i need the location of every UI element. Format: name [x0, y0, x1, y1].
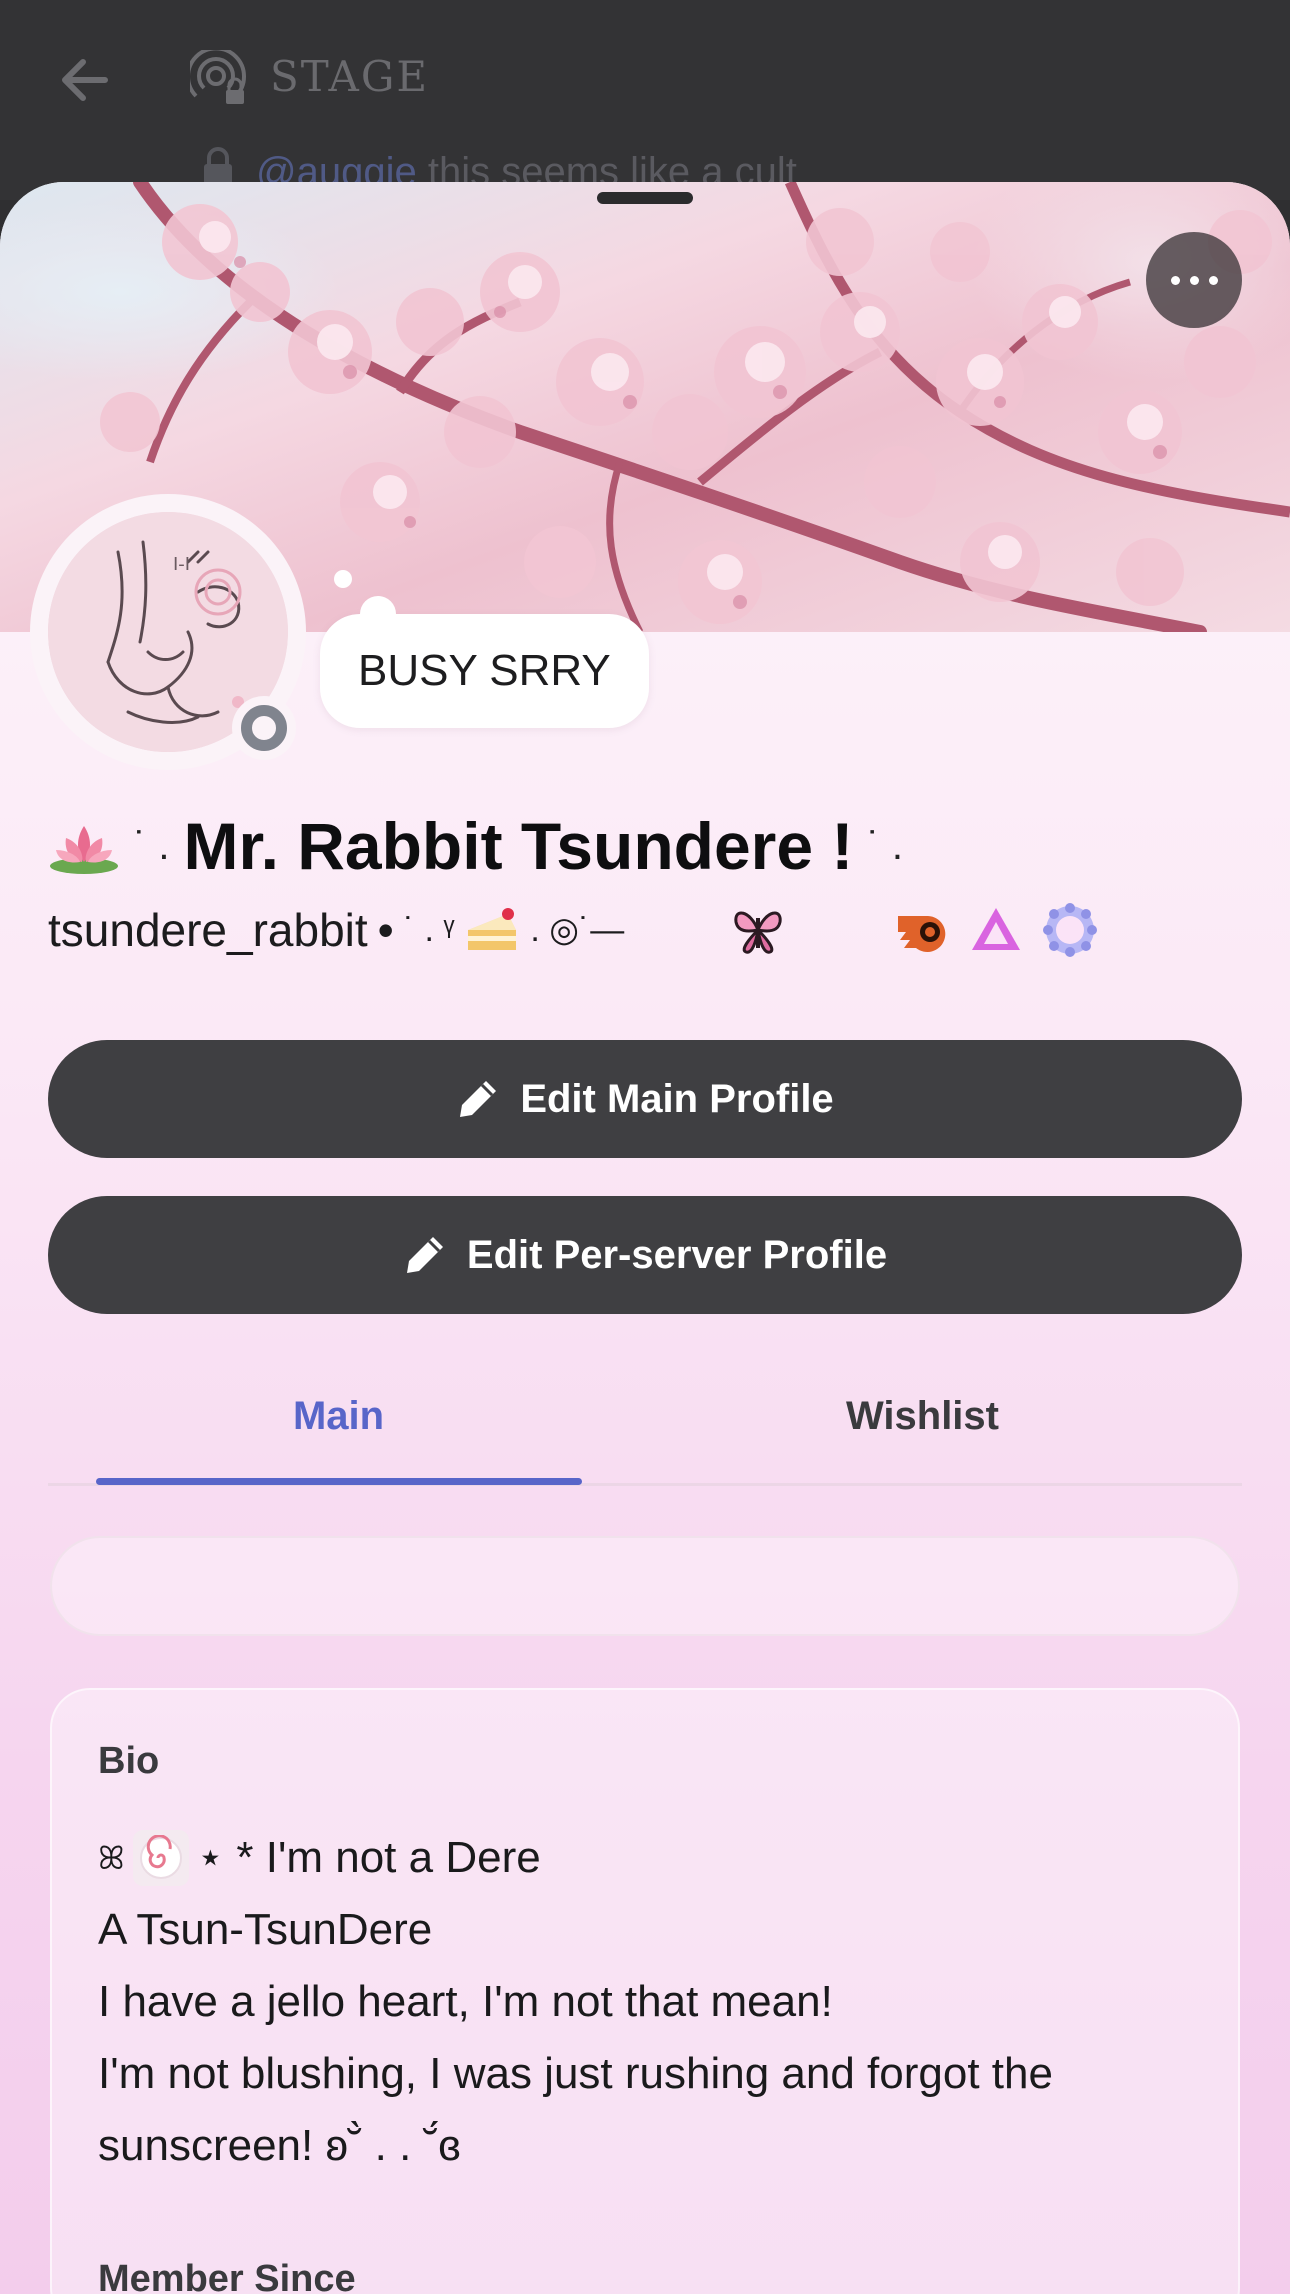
- member-since-heading: Member Since: [98, 2258, 356, 2294]
- bio-line-1-prefix: ꕤ: [98, 1840, 125, 1876]
- custom-status-text: BUSY SRRY: [358, 646, 611, 695]
- pencil-icon: [406, 1237, 443, 1273]
- offline-status-icon: [241, 705, 287, 751]
- active-tab-indicator: [96, 1478, 582, 1485]
- pronoun-decoration-left: ˙ . ᵞ: [403, 910, 455, 949]
- username-row: tsundere_rabbit • ˙ . ᵞ . ◎˙—: [48, 898, 624, 962]
- sheet-drag-handle[interactable]: [597, 192, 693, 204]
- dot-icon: [1208, 275, 1218, 285]
- badge-row: [730, 894, 1098, 966]
- lotus-icon: [50, 826, 118, 874]
- bio-heading: Bio: [98, 1740, 160, 1782]
- username[interactable]: tsundere_rabbit: [48, 903, 368, 957]
- edit-per-server-profile-button[interactable]: Edit Per-server Profile: [48, 1196, 1242, 1314]
- status-indicator: [232, 696, 296, 760]
- edit-main-profile-button[interactable]: Edit Main Profile: [48, 1040, 1242, 1158]
- empty-profile-card: [50, 1536, 1240, 1636]
- bio-line-1: ꕤ ⋆ * I'm not a Dere: [98, 1822, 1218, 1894]
- cake-icon: [468, 908, 517, 950]
- butterfly-badge-icon[interactable]: [730, 902, 786, 958]
- edit-per-server-profile-label: Edit Per-server Profile: [466, 1232, 888, 1277]
- pronoun-decoration-right: . ◎˙—: [530, 911, 625, 949]
- dot-icon: [1170, 275, 1180, 285]
- name-decoration-right: ˙ .: [867, 823, 903, 868]
- svg-text:I-I: I-I: [173, 554, 190, 575]
- profile-tabs: Main Wishlist: [48, 1352, 1242, 1486]
- bio-line-3: I have a jello heart, I'm not that mean!: [98, 1977, 833, 2026]
- bio-text: ꕤ ⋆ * I'm not a Dere A Tsun-TsunDere I h…: [98, 1822, 1218, 2182]
- naruto-swirl-icon: [132, 1830, 189, 1886]
- edit-main-profile-label: Edit Main Profile: [520, 1076, 834, 1121]
- bio-line-4: I'm not blushing, I was just rushing and…: [98, 2049, 1053, 2098]
- display-name: Mr. Rabbit Tsundere !: [183, 809, 854, 883]
- hypesquad-badge-icon[interactable]: [968, 902, 1024, 958]
- tab-wishlist[interactable]: Wishlist: [680, 1352, 1165, 1480]
- bio-line-2: A Tsun-TsunDere: [98, 1905, 433, 1954]
- tab-wishlist-label: Wishlist: [846, 1393, 999, 1438]
- stage-channel-icon: [186, 46, 250, 110]
- dot-icon: [1189, 275, 1199, 285]
- channel-title: STAGE: [270, 52, 430, 101]
- more-options-button[interactable]: [1146, 232, 1242, 328]
- nitro-badge-icon[interactable]: [894, 902, 950, 958]
- background-top-bar: STAGE @auggie this seems like a cult: [0, 0, 1290, 200]
- tab-main[interactable]: Main: [96, 1352, 581, 1480]
- custom-status-bubble[interactable]: BUSY SRRY: [320, 570, 649, 728]
- bio-line-5: sunscreen! ʚ˘̀ . . ˘́ɞ: [98, 2121, 461, 2170]
- bio-line-1-text: ⋆ * I'm not a Dere: [196, 1833, 541, 1882]
- back-arrow-icon[interactable]: [52, 48, 116, 112]
- boost-badge-icon[interactable]: [1042, 902, 1098, 958]
- name-decoration-left: ˙ .: [134, 823, 170, 868]
- tab-main-label: Main: [292, 1393, 385, 1438]
- pencil-icon: [460, 1081, 497, 1117]
- display-name-row: ˙ . Mr. Rabbit Tsundere ! ˙ .: [48, 796, 903, 896]
- username-separator: •: [377, 904, 394, 956]
